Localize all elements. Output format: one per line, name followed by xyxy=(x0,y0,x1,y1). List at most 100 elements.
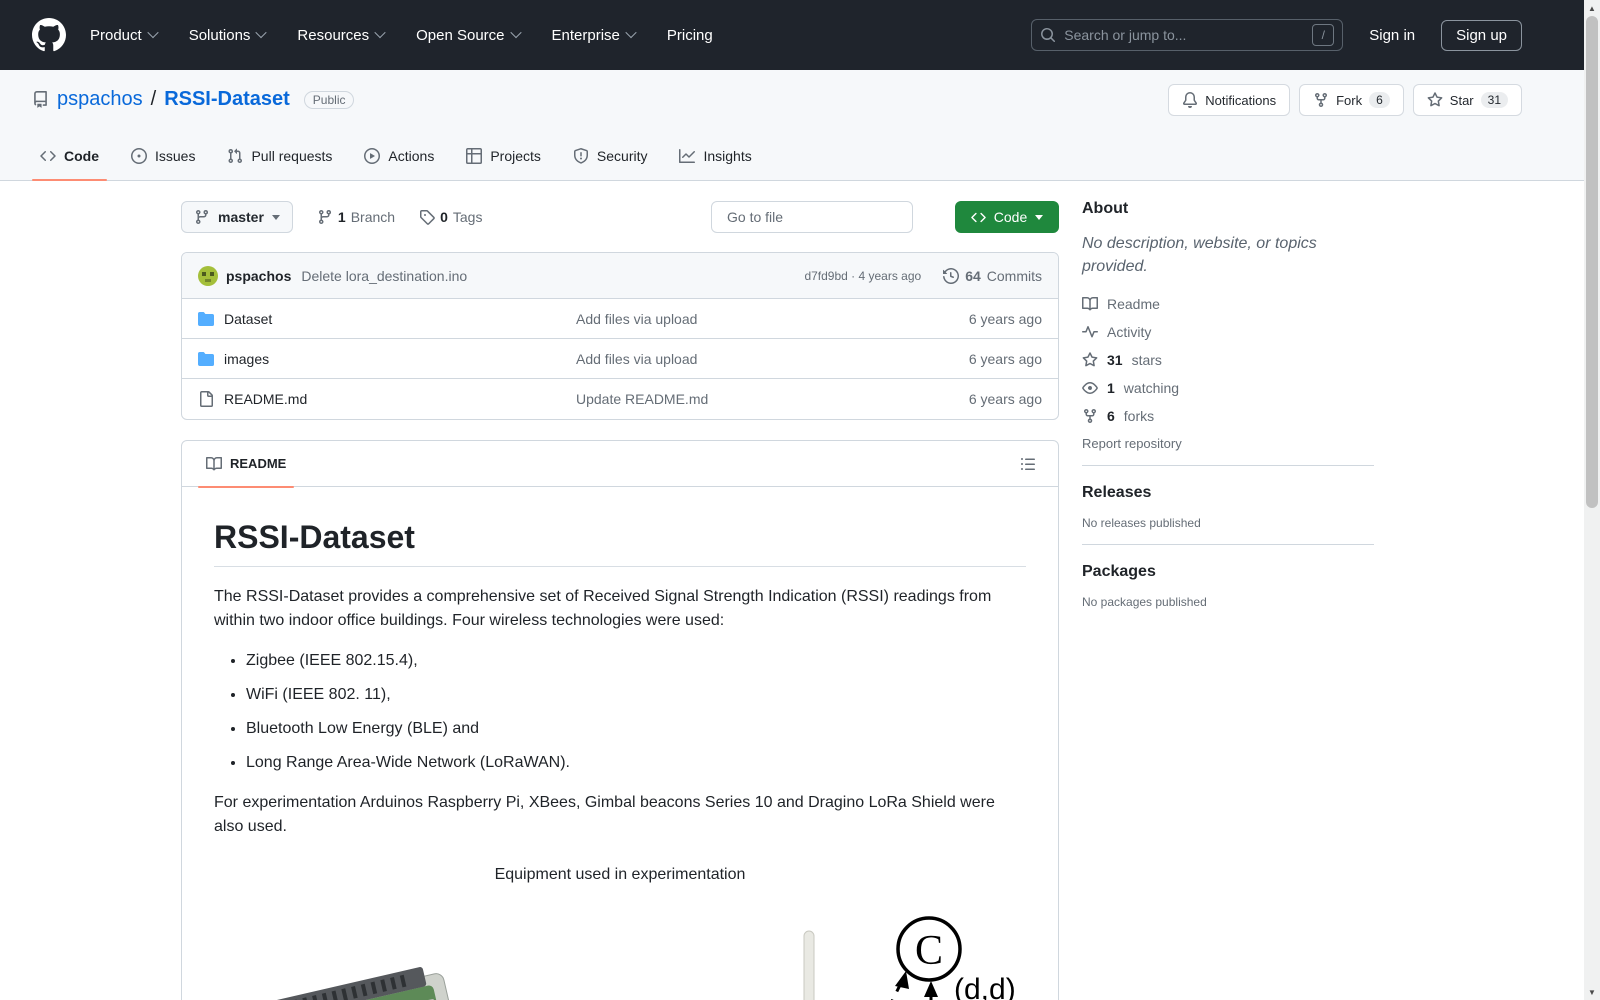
file-commit-message[interactable]: Update README.md xyxy=(464,391,969,407)
nav-item-resources[interactable]: Resources xyxy=(297,26,386,44)
sign-up-button[interactable]: Sign up xyxy=(1441,19,1522,51)
file-commit-message[interactable]: Add files via upload xyxy=(464,311,969,327)
file-name-link[interactable]: README.md xyxy=(224,391,464,407)
report-repository-link[interactable]: Report repository xyxy=(1082,436,1374,451)
nav-label: Open Source xyxy=(416,26,505,44)
scroll-up-arrow[interactable]: ▲ xyxy=(1584,1,1600,15)
outline-button[interactable] xyxy=(1014,450,1042,478)
fork-button[interactable]: Fork 6 xyxy=(1299,84,1404,116)
commit-message-link[interactable]: Delete lora_destination.ino xyxy=(301,268,467,284)
scroll-down-arrow[interactable]: ▼ xyxy=(1584,985,1600,999)
nav-item-product[interactable]: Product xyxy=(90,26,159,44)
nav-item-solutions[interactable]: Solutions xyxy=(189,26,268,44)
repo-action-buttons: Notifications Fork 6 Star 31 xyxy=(1168,84,1522,116)
go-to-file-box[interactable] xyxy=(711,201,913,233)
tab-code[interactable]: Code xyxy=(24,132,115,181)
repo-tab-bar: Code Issues Pull requests Actions Projec… xyxy=(24,132,768,181)
nav-label: Pricing xyxy=(666,26,713,44)
file-toolbar: master 1 Branch 0 Tags Code xyxy=(181,201,1059,233)
about-heading: About xyxy=(1082,200,1129,217)
nav-item-enterprise[interactable]: Enterprise xyxy=(552,26,637,44)
branch-icon xyxy=(318,210,331,225)
tab-insights[interactable]: Insights xyxy=(663,132,767,180)
code-download-button[interactable]: Code xyxy=(955,201,1059,233)
tab-security[interactable]: Security xyxy=(557,132,664,180)
repo-sidebar: About No description, website, or topics… xyxy=(1082,200,1374,615)
repo-name-link[interactable]: RSSI-Dataset xyxy=(164,88,290,111)
list-item: Bluetooth Low Energy (BLE) and xyxy=(246,717,1026,741)
readme-tab-label: README xyxy=(230,456,287,471)
commit-count-label: Commits xyxy=(986,267,1042,284)
packages-empty-text: No packages published xyxy=(1082,595,1207,610)
chevron-down-icon xyxy=(255,26,268,38)
link-label: stars xyxy=(1131,352,1162,369)
file-name-link[interactable]: images xyxy=(224,351,464,367)
watching-count: 1 xyxy=(1107,380,1115,397)
tab-projects[interactable]: Projects xyxy=(450,132,557,180)
fork-count: 6 xyxy=(1369,92,1390,108)
stars-link[interactable]: 31 stars xyxy=(1082,352,1374,368)
diagram-coord-label: (d,d) xyxy=(954,973,1016,1000)
tab-label: Projects xyxy=(490,148,541,164)
global-search[interactable]: / xyxy=(1031,19,1344,51)
sign-in-link[interactable]: Sign in xyxy=(1369,27,1415,44)
notifications-button[interactable]: Notifications xyxy=(1168,84,1291,116)
fork-icon xyxy=(1315,93,1328,108)
star-button[interactable]: Star 31 xyxy=(1412,84,1522,116)
readme-tab[interactable]: README xyxy=(198,441,295,488)
nav-label: Product xyxy=(90,26,142,44)
visibility-badge: Public xyxy=(303,90,355,109)
chevron-down-icon xyxy=(147,26,159,38)
nav-item-pricing[interactable]: Pricing xyxy=(667,27,713,44)
watching-link[interactable]: 1 watching xyxy=(1082,380,1374,396)
file-name-link[interactable]: Dataset xyxy=(224,311,464,327)
file-commit-date: 6 years ago xyxy=(968,391,1042,407)
forks-link[interactable]: 6 forks xyxy=(1082,408,1374,424)
star-label: Star xyxy=(1449,92,1474,108)
table-row: Dataset Add files via upload 6 years ago xyxy=(182,299,1058,339)
avatar[interactable] xyxy=(198,265,218,286)
breadcrumb-separator: / xyxy=(150,88,157,110)
file-commit-message[interactable]: Add files via upload xyxy=(464,351,969,367)
history-icon xyxy=(943,267,960,284)
scrollbar-thumb[interactable] xyxy=(1586,16,1598,508)
readme-intro: The RSSI-Dataset provides a comprehensiv… xyxy=(214,588,992,629)
nav-label: Resources xyxy=(297,26,370,44)
list-item: WiFi (IEEE 802. 11), xyxy=(246,683,1026,707)
breadcrumb: pspachos / RSSI-Dataset Public xyxy=(32,88,355,111)
nav-item-open-source[interactable]: Open Source xyxy=(416,26,522,44)
readme-content: RSSI-Dataset The RSSI-Dataset provides a… xyxy=(182,487,1058,1000)
file-commit-date: 6 years ago xyxy=(968,350,1042,367)
go-to-file-input[interactable] xyxy=(727,209,908,225)
commit-sha-time[interactable]: d7fd9bd · 4 years ago xyxy=(804,269,921,283)
shield-icon xyxy=(573,148,588,164)
activity-link[interactable]: Activity xyxy=(1082,324,1374,340)
book-icon xyxy=(206,456,222,470)
repo-description: No description, website, or topics provi… xyxy=(1082,235,1317,276)
page-scrollbar[interactable]: ▲ ▼ xyxy=(1584,0,1600,1000)
readme-panel: README RSSI-Dataset The RSSI-Dataset pro… xyxy=(181,440,1059,1000)
repo-owner-link[interactable]: pspachos xyxy=(57,88,143,111)
readme-title: RSSI-Dataset xyxy=(214,519,1026,567)
divider xyxy=(1082,544,1374,546)
repo-icon xyxy=(34,91,47,108)
search-input[interactable] xyxy=(1064,27,1305,43)
commit-count: 64 xyxy=(965,267,981,284)
readme-link[interactable]: Readme xyxy=(1082,296,1374,312)
figure-caption: Equipment used in experimentation xyxy=(494,866,746,883)
tab-issues[interactable]: Issues xyxy=(115,132,211,180)
eye-icon xyxy=(1082,382,1098,395)
commit-history-link[interactable]: 64 Commits xyxy=(943,268,1042,284)
code-icon xyxy=(40,150,56,162)
github-logo-icon[interactable] xyxy=(31,18,66,52)
tab-actions[interactable]: Actions xyxy=(348,132,450,180)
tab-pull-requests[interactable]: Pull requests xyxy=(211,132,348,180)
branches-link[interactable]: 1 Branch xyxy=(317,209,395,225)
branch-selector[interactable]: master xyxy=(181,201,293,233)
tags-link[interactable]: 0 Tags xyxy=(419,209,482,225)
stars-count: 31 xyxy=(1107,352,1123,369)
branch-icon xyxy=(195,210,208,225)
table-row: README.md Update README.md 6 years ago xyxy=(182,379,1058,419)
commit-author-link[interactable]: pspachos xyxy=(226,268,291,284)
pull-request-icon xyxy=(228,148,243,164)
